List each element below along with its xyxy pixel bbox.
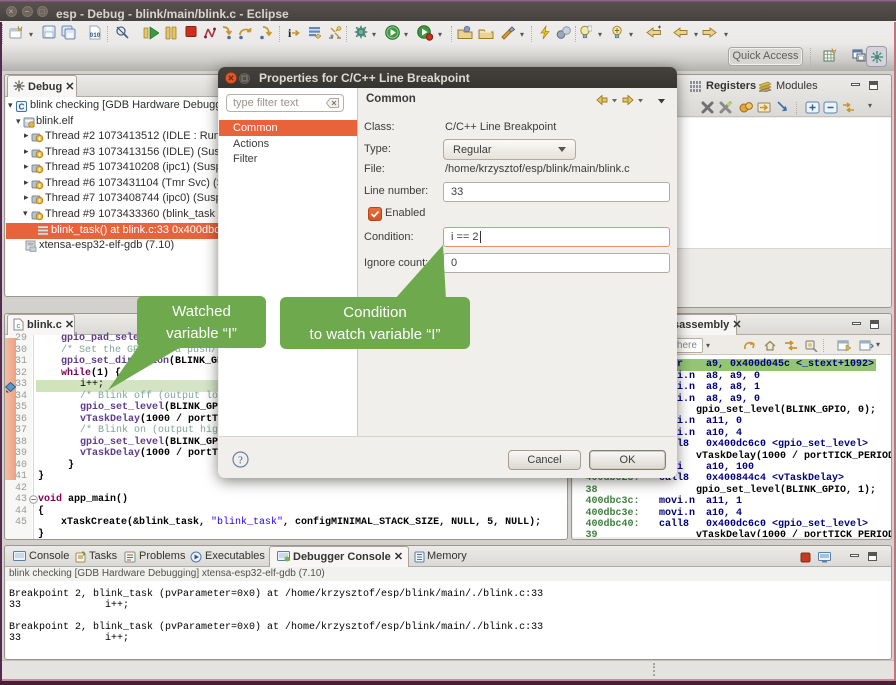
svg-text:i: i bbox=[288, 26, 292, 40]
svg-text:010: 010 bbox=[90, 32, 101, 39]
svg-text:?: ? bbox=[238, 455, 243, 467]
svg-text:C: C bbox=[19, 103, 25, 112]
svg-text:c: c bbox=[16, 323, 20, 331]
